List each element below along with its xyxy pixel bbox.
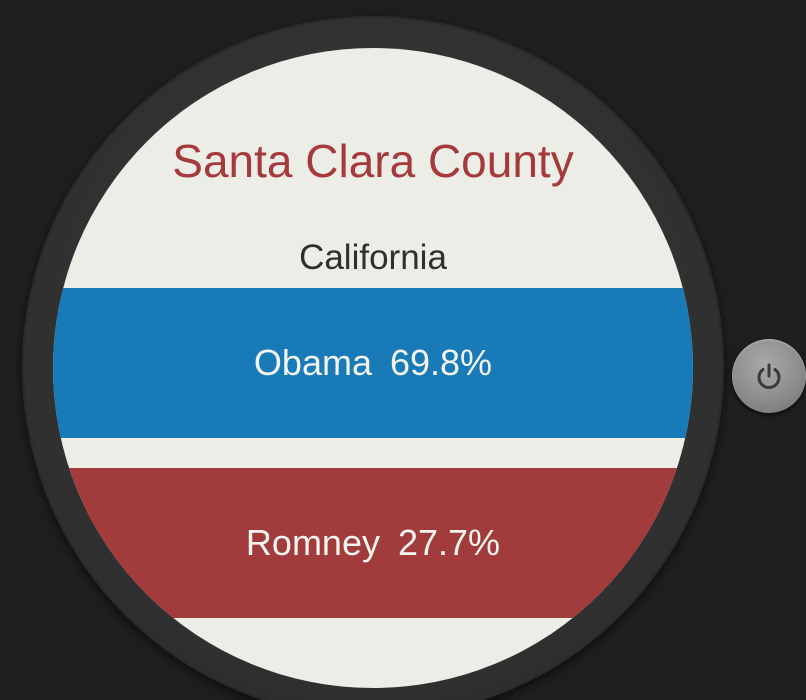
county-title: Santa Clara County xyxy=(172,135,574,187)
power-icon xyxy=(757,363,781,389)
candidate-percent: 69.8% xyxy=(389,342,493,383)
candidate-percent: 27.7% xyxy=(397,522,501,563)
result-band-obama: Obama 69.8% xyxy=(53,288,693,438)
watch-face: Santa Clara County California Obama 69.8… xyxy=(53,48,693,688)
stage: Santa Clara County California Obama 69.8… xyxy=(0,0,806,700)
result-band-romney: Romney 27.7% xyxy=(53,468,693,618)
power-button[interactable] xyxy=(732,339,806,413)
state-label: California xyxy=(299,238,447,277)
candidate-name: Obama xyxy=(253,342,372,383)
candidate-name: Romney xyxy=(245,522,380,563)
